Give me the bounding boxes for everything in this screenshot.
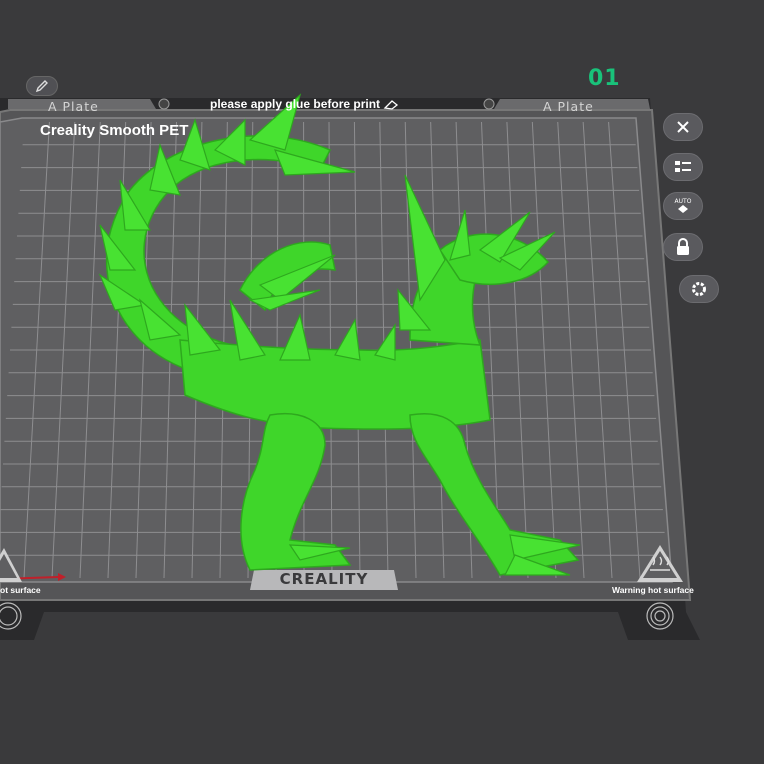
tip-label: please apply glue before print — [210, 97, 381, 111]
plate-name-right: A Plate — [543, 99, 594, 114]
edit-plate-name-button[interactable] — [26, 76, 58, 96]
lock-icon — [677, 238, 689, 255]
3d-viewport[interactable]: 01 A Plate A Plate please apply glue bef… — [0, 0, 764, 764]
lock-button[interactable] — [663, 233, 703, 261]
pencil-icon — [35, 80, 48, 93]
plate-number: 01 — [588, 66, 621, 91]
filament-label: Creality Smooth PET — [40, 122, 189, 139]
list-icon — [675, 161, 691, 172]
warning-left-label: ot surface — [0, 585, 41, 595]
close-plate-button[interactable] — [663, 113, 703, 141]
warning-right-label: Warning hot surface — [612, 585, 694, 595]
auto-label: AUTO — [675, 198, 692, 205]
plate-name-left: A Plate — [48, 99, 99, 114]
eraser-icon — [384, 99, 399, 110]
arrange-button[interactable] — [663, 153, 703, 181]
brand-logo: CREALITY — [279, 570, 369, 588]
build-plate — [0, 93, 700, 640]
settings-button[interactable] — [679, 275, 719, 303]
auto-icon: AUTO — [675, 198, 692, 213]
close-icon — [677, 121, 689, 133]
plate-tip-text: please apply glue before print — [210, 97, 399, 111]
auto-orient-button[interactable]: AUTO — [663, 192, 703, 220]
gear-icon — [692, 282, 706, 296]
